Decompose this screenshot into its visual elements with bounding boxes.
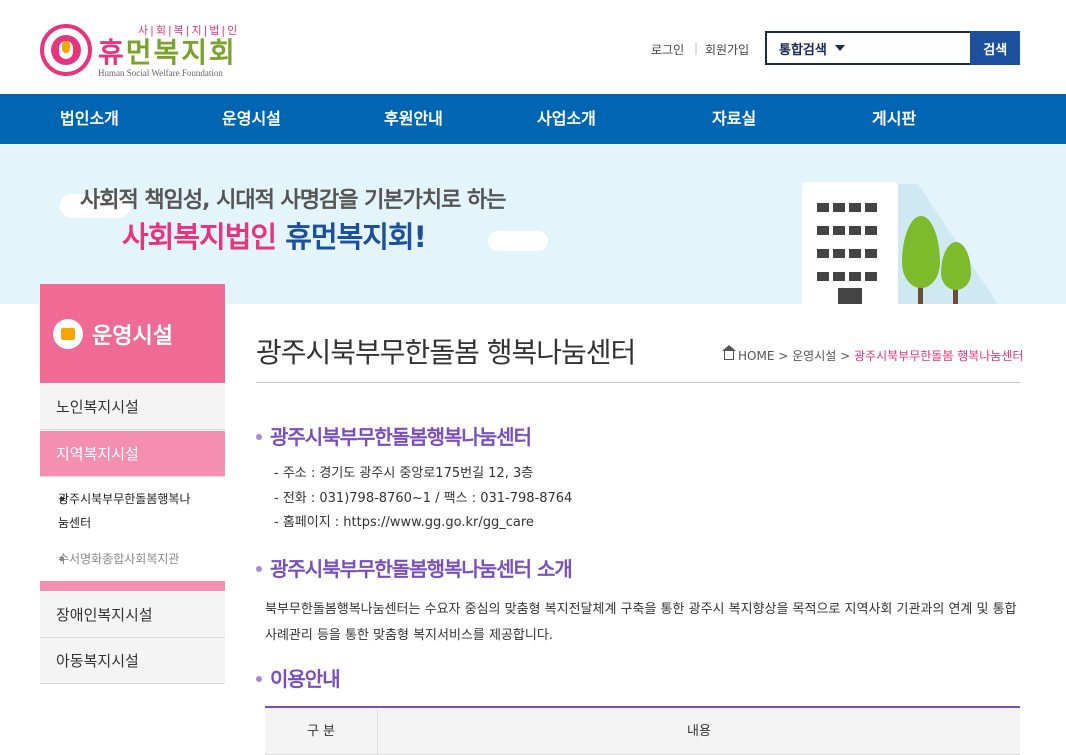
- search-button[interactable]: 검색: [970, 31, 1020, 65]
- page-title: 광주시북부무한돌봄 행복나눔센터: [256, 336, 636, 369]
- breadcrumb-separator: >: [840, 349, 851, 363]
- bullet-icon: [256, 565, 262, 572]
- usage-table: 구 분 내용: [265, 706, 1020, 755]
- site-header: 사|회|복|지|법|인 휴먼복지회 Human Social Welfare F…: [0, 0, 1066, 94]
- title-divider: [256, 382, 1020, 383]
- nav-item-about[interactable]: 법인소개: [60, 94, 119, 144]
- nav-item-business[interactable]: 사업소개: [537, 94, 596, 144]
- info-phone: - 전화 : 031)798-8760~1 / 팩스 : 031-798-876…: [274, 491, 573, 506]
- sidebar-subitem-suseo[interactable]: 수서명화종합사회복지관: [58, 547, 179, 571]
- sidebar-subitem-gwangju[interactable]: 광주시북부무한돌봄행복나 눔센터: [58, 487, 220, 535]
- building-illustration: [802, 182, 898, 304]
- section-title-center: 광주시북부무한돌봄행복나눔센터: [256, 421, 532, 450]
- section-title-intro: 광주시북부무한돌봄행복나눔센터 소개: [256, 553, 573, 582]
- cloud-decoration: [488, 231, 548, 251]
- table-header-category: 구 분: [265, 708, 378, 755]
- banner-slogan: 사회적 책임성, 시대적 사명감을 기본가치로 하는: [80, 188, 506, 213]
- sidebar-item-senior[interactable]: 노인복지시설: [40, 384, 225, 430]
- banner-headline: 사회복지법인 휴먼복지회!: [122, 220, 427, 254]
- search-bar: 통합검색 검색: [765, 31, 1020, 65]
- logo-emblem-icon: [40, 24, 92, 76]
- breadcrumb-separator: >: [778, 349, 789, 363]
- sidebar-title: 운영시설: [92, 324, 173, 349]
- hero-banner: 사회적 책임성, 시대적 사명감을 기본가치로 하는 사회복지법인 휴먼복지회!: [0, 144, 1066, 304]
- nav-item-board[interactable]: 게시판: [872, 94, 916, 144]
- logo-title: 휴먼복지회: [98, 36, 237, 69]
- main-nav: 법인소개 운영시설 후원안내 사업소개 자료실 게시판: [0, 94, 1066, 144]
- search-category-select[interactable]: 통합검색: [767, 33, 970, 63]
- site-logo[interactable]: 사|회|복|지|법|인 휴먼복지회 Human Social Welfare F…: [40, 22, 239, 78]
- bullet-icon: [256, 433, 262, 440]
- login-link[interactable]: 로그인: [651, 41, 684, 58]
- nav-item-archive[interactable]: 자료실: [712, 94, 756, 144]
- sidebar-item-children[interactable]: 아동복지시설: [40, 638, 225, 684]
- sidebar-item-disabled[interactable]: 장애인복지시설: [40, 592, 225, 638]
- nav-item-donation[interactable]: 후원안내: [384, 94, 443, 144]
- facility-icon: [53, 319, 83, 349]
- intro-description: 북부무한돌봄행복나눔센터는 수요자 중심의 맞춤형 복지전달체계 구축을 통한 …: [265, 602, 1017, 643]
- home-icon: [722, 345, 736, 360]
- sidebar-item-community[interactable]: 지역복지시설: [40, 431, 225, 477]
- sidebar-divider: [40, 581, 225, 591]
- info-address: - 주소 : 경기도 광주시 중앙로175번길 12, 3층: [274, 466, 534, 481]
- logo-text: 사|회|복|지|법|인 휴먼복지회 Human Social Welfare F…: [98, 22, 239, 78]
- breadcrumb: HOME > 운영시설 > 광주시북부무한돌봄 행복나눔센터: [722, 345, 1024, 364]
- section-title-usage: 이용안내: [256, 663, 341, 692]
- bullet-icon: [256, 675, 262, 682]
- nav-item-facilities[interactable]: 운영시설: [222, 94, 281, 144]
- logo-english: Human Social Welfare Foundation: [98, 68, 223, 78]
- chevron-down-icon: [834, 45, 845, 51]
- breadcrumb-current: 광주시북부무한돌봄 행복나눔센터: [854, 349, 1024, 363]
- sidebar-header: 운영시설: [40, 284, 225, 383]
- breadcrumb-home[interactable]: HOME: [738, 349, 774, 363]
- tree-illustration: [941, 242, 971, 290]
- join-link[interactable]: 회원가입: [705, 41, 749, 58]
- table-header-content: 내용: [378, 708, 1020, 755]
- breadcrumb-level1[interactable]: 운영시설: [792, 349, 836, 363]
- util-divider: |: [694, 41, 699, 55]
- info-homepage[interactable]: - 홈페이지 : https://www.gg.go.kr/gg_care: [274, 511, 534, 530]
